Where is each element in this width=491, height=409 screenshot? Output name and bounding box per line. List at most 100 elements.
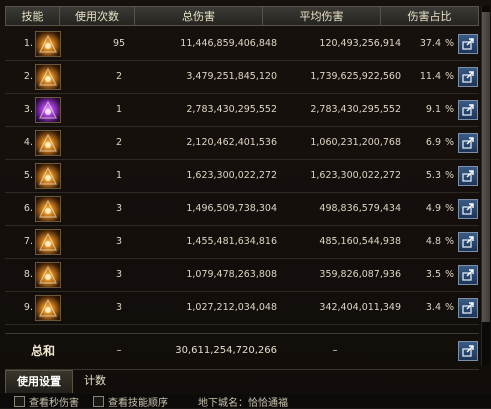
damage-percent: 6.9 bbox=[425, 137, 441, 148]
damage-percent: 4.8 bbox=[425, 236, 441, 247]
total-damage: 1,079,478,263,808 bbox=[186, 269, 277, 280]
share-button[interactable] bbox=[458, 298, 478, 318]
col-header-count[interactable]: 使用次数 bbox=[59, 6, 134, 26]
avg-damage: 120,493,256,914 bbox=[319, 38, 401, 49]
table-header: 技能 使用次数 总伤害 平均伤害 伤害占比 bbox=[5, 6, 479, 26]
tab-count[interactable]: 计数 bbox=[73, 370, 117, 392]
share-icon bbox=[462, 104, 474, 116]
row-number: 4. bbox=[23, 137, 33, 148]
share-icon bbox=[462, 203, 474, 215]
share-button[interactable] bbox=[458, 232, 478, 252]
share-button[interactable] bbox=[458, 166, 478, 186]
skill-icon[interactable] bbox=[35, 163, 61, 189]
tab-settings[interactable]: 使用设置 bbox=[5, 370, 73, 393]
skill-icon[interactable] bbox=[35, 130, 61, 156]
scrollbar[interactable] bbox=[481, 6, 490, 366]
avg-damage: 1,623,300,022,272 bbox=[310, 170, 401, 181]
bottom-bar: 查看秒伤害 查看技能顺序 地下城名：恰恰通福 bbox=[0, 394, 491, 409]
col-header-skill[interactable]: 技能 bbox=[5, 6, 59, 26]
damage-percent: 4.9 bbox=[425, 203, 441, 214]
percent-unit: % bbox=[445, 137, 455, 148]
percent-unit: % bbox=[445, 302, 455, 313]
total-damage: 2,783,430,295,552 bbox=[186, 104, 277, 115]
damage-percent: 5.3 bbox=[425, 170, 441, 181]
table-row: 6. 3 1,496,509,738,304 498,836,579,434 4.9% bbox=[5, 193, 479, 226]
percent-unit: % bbox=[445, 38, 455, 49]
tab-bar: 使用设置 计数 bbox=[5, 369, 479, 393]
share-icon bbox=[462, 345, 474, 357]
avg-damage: 342,404,011,349 bbox=[319, 302, 401, 313]
avg-damage: 498,836,579,434 bbox=[319, 203, 401, 214]
col-header-pct[interactable]: 伤害占比 bbox=[380, 6, 479, 26]
table-row: 5. 1 1,623,300,022,272 1,623,300,022,272 5.3… bbox=[5, 160, 479, 193]
share-icon bbox=[462, 302, 474, 314]
use-count: 2 bbox=[115, 137, 123, 148]
skill-damage-list: 1. 95 11,446,859,406,848 120,493,256,914 37.… bbox=[5, 28, 479, 325]
use-count: 3 bbox=[115, 302, 123, 313]
table-row: 9. 3 1,027,212,034,048 342,404,011,349 3.4% bbox=[5, 292, 479, 325]
row-number: 7. bbox=[23, 236, 33, 247]
skill-icon[interactable] bbox=[35, 295, 61, 321]
share-icon bbox=[462, 137, 474, 149]
damage-percent: 3.5 bbox=[425, 269, 441, 280]
summary-label: 总和 bbox=[31, 344, 56, 358]
table-row: 7. 3 1,455,481,634,816 485,160,544,938 4.8% bbox=[5, 226, 479, 259]
avg-damage: 1,739,625,922,560 bbox=[310, 71, 401, 82]
share-button[interactable] bbox=[458, 265, 478, 285]
skill-icon[interactable] bbox=[35, 64, 61, 90]
use-count: 3 bbox=[115, 236, 123, 247]
checkbox-dps[interactable] bbox=[14, 395, 25, 407]
summary-total-damage: 30,611,254,720,266 bbox=[175, 345, 277, 356]
table-row: 4. 2 2,120,462,401,536 1,060,231,200,768 6.9… bbox=[5, 127, 479, 160]
checkbox-dps-label: 查看秒伤害 bbox=[29, 397, 79, 409]
total-damage: 1,496,509,738,304 bbox=[186, 203, 277, 214]
percent-unit: % bbox=[445, 104, 455, 115]
damage-percent: 37.4 bbox=[419, 38, 441, 49]
summary-count: – bbox=[116, 345, 122, 356]
share-icon bbox=[462, 269, 474, 281]
share-button[interactable] bbox=[458, 100, 478, 120]
summary-row: 总和 – 30,611,254,720,266 – bbox=[5, 333, 479, 368]
percent-unit: % bbox=[445, 269, 455, 280]
col-header-avg[interactable]: 平均伤害 bbox=[262, 6, 380, 26]
avg-damage: 485,160,544,938 bbox=[319, 236, 401, 247]
percent-unit: % bbox=[445, 236, 455, 247]
row-number: 9. bbox=[23, 302, 33, 313]
row-number: 6. bbox=[23, 203, 33, 214]
skill-icon[interactable] bbox=[35, 229, 61, 255]
share-icon bbox=[462, 38, 474, 50]
use-count: 1 bbox=[115, 170, 123, 181]
col-header-total[interactable]: 总伤害 bbox=[134, 6, 262, 26]
checkbox-skill-order[interactable] bbox=[93, 395, 104, 407]
dungeon-name: 地下城名：恰恰通福 bbox=[198, 397, 288, 409]
table-row: 8. 3 1,079,478,263,808 359,826,087,936 3.5% bbox=[5, 259, 479, 292]
row-number: 3. bbox=[23, 104, 33, 115]
use-count: 3 bbox=[115, 203, 123, 214]
skill-icon[interactable] bbox=[35, 262, 61, 288]
skill-icon[interactable] bbox=[35, 196, 61, 222]
damage-stats-window: 技能 使用次数 总伤害 平均伤害 伤害占比 1. 95 11,446,859,406… bbox=[0, 0, 491, 408]
damage-percent: 11.4 bbox=[419, 71, 441, 82]
total-damage: 1,027,212,034,048 bbox=[186, 302, 277, 313]
share-icon bbox=[462, 71, 474, 83]
share-icon bbox=[462, 170, 474, 182]
use-count: 1 bbox=[115, 104, 123, 115]
row-number: 8. bbox=[23, 269, 33, 280]
avg-damage: 1,060,231,200,768 bbox=[310, 137, 401, 148]
share-button[interactable] bbox=[458, 341, 478, 361]
share-button[interactable] bbox=[458, 67, 478, 87]
share-button[interactable] bbox=[458, 199, 478, 219]
avg-damage: 2,783,430,295,552 bbox=[310, 104, 401, 115]
checkbox-skill-order-label: 查看技能顺序 bbox=[108, 397, 168, 409]
scrollbar-thumb[interactable] bbox=[482, 12, 490, 322]
skill-icon[interactable] bbox=[35, 31, 61, 57]
use-count: 95 bbox=[112, 38, 126, 49]
skill-icon[interactable] bbox=[35, 97, 61, 123]
share-icon bbox=[462, 236, 474, 248]
row-number: 5. bbox=[23, 170, 33, 181]
table-row: 1. 95 11,446,859,406,848 120,493,256,914 37.… bbox=[5, 28, 479, 61]
total-damage: 1,623,300,022,272 bbox=[186, 170, 277, 181]
share-button[interactable] bbox=[458, 34, 478, 54]
table-row: 2. 2 3,479,251,845,120 1,739,625,922,560 11.… bbox=[5, 61, 479, 94]
share-button[interactable] bbox=[458, 133, 478, 153]
